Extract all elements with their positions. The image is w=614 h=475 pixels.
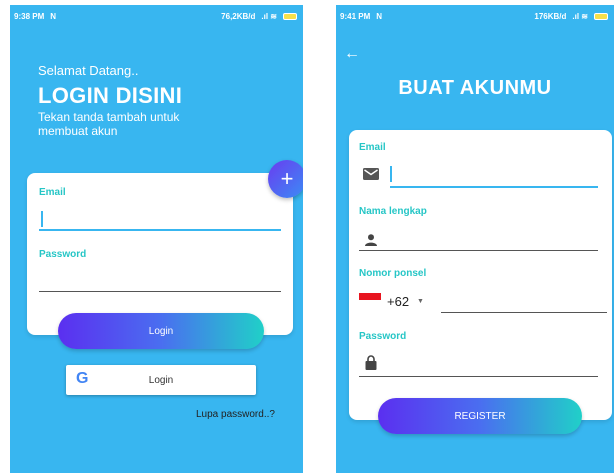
- add-account-button[interactable]: +: [268, 160, 303, 198]
- password-field[interactable]: [359, 376, 598, 377]
- status-bar: 9:38 PM N 76,2KB/d .ıl ≋: [10, 5, 303, 27]
- google-login-button[interactable]: G Login: [66, 365, 256, 395]
- person-icon: [365, 234, 377, 246]
- plus-icon: +: [280, 166, 294, 191]
- text-cursor: [41, 211, 43, 227]
- text-cursor: [390, 166, 392, 182]
- lock-icon: [365, 355, 377, 370]
- battery-icon: [594, 12, 608, 20]
- login-screen: 9:38 PM N 76,2KB/d .ıl ≋ Selamat Datang.…: [10, 5, 303, 473]
- status-time: 9:38 PM: [14, 11, 45, 21]
- email-field[interactable]: [390, 186, 598, 188]
- page-title: BUAT AKUNMU: [398, 77, 552, 99]
- register-card: Email Nama lengkap Nomor ponsel +62 ▼ Pa…: [349, 130, 612, 420]
- dropdown-arrow-icon[interactable]: ▼: [417, 298, 424, 305]
- page-subtitle: Tekan tanda tambah untuk membuat akun: [38, 110, 180, 138]
- google-login-label: Login: [148, 374, 174, 386]
- battery-icon: [283, 12, 297, 20]
- login-button[interactable]: Login: [58, 313, 264, 349]
- login-card: Email Password: [27, 173, 293, 335]
- phone-number-field[interactable]: [441, 312, 607, 313]
- welcome-text: Selamat Datang..: [38, 63, 139, 78]
- network-speed: 176KB/d: [534, 11, 567, 21]
- network-speed: 76,2KB/d: [221, 11, 256, 21]
- email-label: Email: [39, 187, 66, 198]
- mail-icon: [363, 168, 379, 180]
- phone-label: Nomor ponsel: [359, 268, 427, 279]
- register-screen: 9:41 PM N 176KB/d .ıl ≋ ← BUAT AKUNMU Em…: [336, 5, 614, 473]
- email-field[interactable]: [39, 229, 281, 231]
- notification-icon: N: [376, 11, 383, 21]
- page-title: LOGIN DISINI: [38, 83, 183, 108]
- name-label: Nama lengkap: [359, 206, 427, 217]
- back-arrow-icon[interactable]: ←: [344, 45, 360, 63]
- country-code[interactable]: +62: [387, 294, 409, 309]
- forgot-password-link[interactable]: Lupa password..?: [196, 409, 275, 420]
- signal-icon: .ıl ≋: [261, 11, 277, 21]
- status-bar: 9:41 PM N 176KB/d .ıl ≋: [336, 5, 614, 27]
- signal-icon: .ıl ≋: [572, 11, 588, 21]
- password-label: Password: [39, 249, 87, 260]
- password-label: Password: [359, 331, 407, 342]
- google-icon: G: [76, 370, 89, 387]
- password-field[interactable]: [39, 291, 281, 292]
- status-time: 9:41 PM: [340, 11, 371, 21]
- full-name-field[interactable]: [359, 250, 598, 251]
- indonesia-flag-icon: [359, 293, 381, 307]
- register-button[interactable]: REGISTER: [378, 398, 582, 434]
- email-label: Email: [359, 142, 386, 153]
- notification-icon: N: [50, 11, 57, 21]
